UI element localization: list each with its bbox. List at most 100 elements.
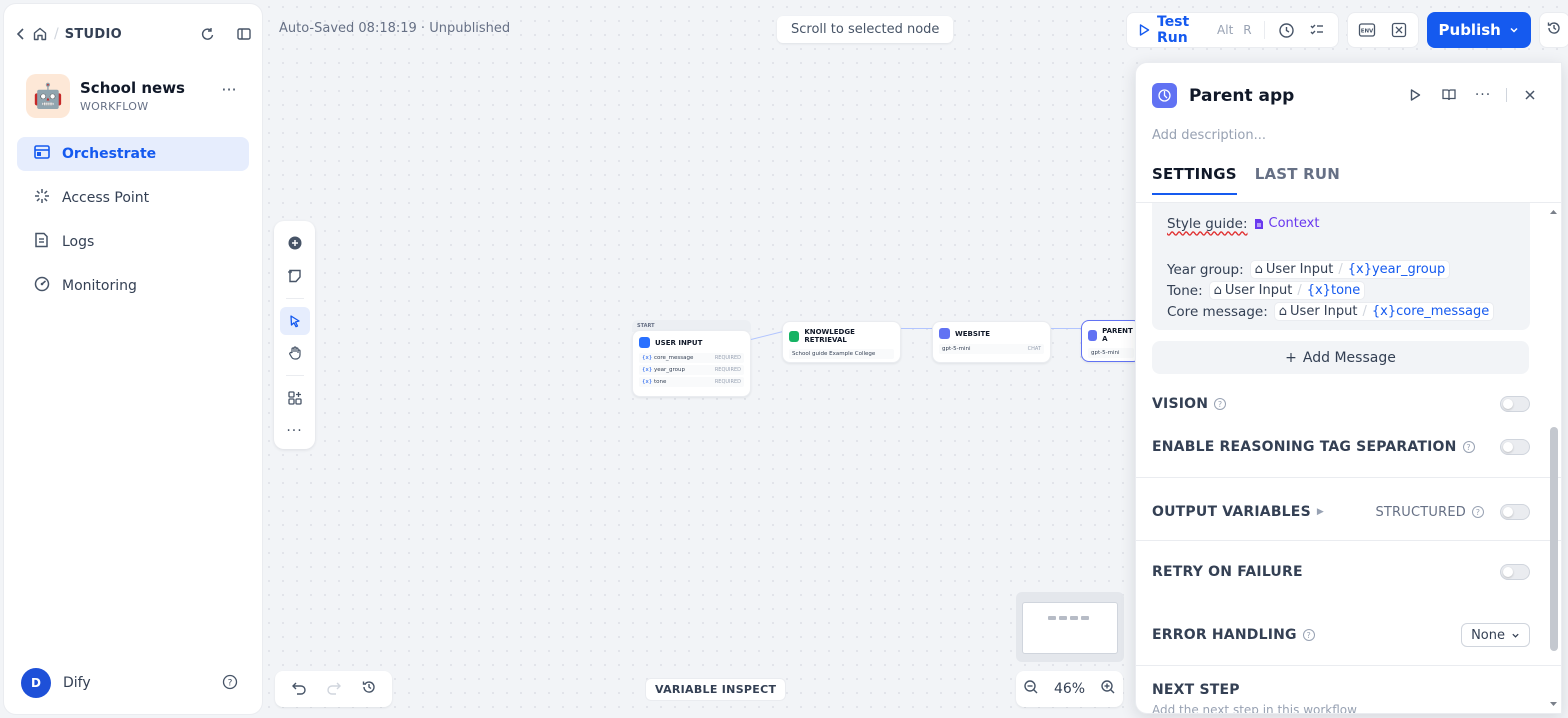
variable-chip[interactable]: ⌂ User Input / {x}tone: [1208, 281, 1366, 300]
connection-edge: [901, 328, 933, 329]
run-history-icon[interactable]: [1274, 14, 1299, 46]
app-more-icon[interactable]: ···: [218, 80, 240, 100]
zoom-in-icon[interactable]: [1100, 679, 1116, 699]
help-doc-icon[interactable]: [1434, 83, 1464, 107]
sidebar-item-access-point[interactable]: Access Point: [17, 181, 249, 215]
close-icon[interactable]: [1515, 83, 1545, 107]
list-item: gpt-5-mini CHAT: [939, 344, 1044, 354]
list-item: {x} tone REQUIRED: [639, 377, 744, 387]
node-title: PARENT A: [1102, 327, 1133, 343]
prompt-editor[interactable]: Style guide: Context Year group: ⌂ User I…: [1152, 203, 1530, 330]
context-chip[interactable]: Context: [1254, 216, 1319, 231]
undo-icon[interactable]: [291, 679, 307, 699]
help-icon[interactable]: ?: [1302, 629, 1315, 641]
caret-right-icon: ▶: [1316, 507, 1324, 517]
variable-chip[interactable]: ⌂ User Input / {x}year_group: [1249, 260, 1451, 279]
section-divider: [1136, 665, 1561, 666]
avatar: D: [21, 668, 51, 698]
vision-toggle[interactable]: [1500, 396, 1530, 412]
connection-edge: [1051, 328, 1082, 329]
home-icon: ⌂: [1213, 283, 1222, 298]
minimap-viewport: [1022, 602, 1118, 654]
more-icon[interactable]: ···: [1468, 83, 1498, 107]
tool-divider: [285, 375, 304, 377]
publish-button[interactable]: Publish: [1426, 12, 1531, 48]
list-item: gpt-5-mini: [1088, 348, 1134, 358]
reasoning-toggle[interactable]: [1500, 439, 1530, 455]
panel-scrollbar[interactable]: [1549, 205, 1558, 710]
canvas-tools: ···: [274, 221, 315, 449]
env-icon[interactable]: ENV: [1351, 14, 1383, 46]
node-user-input[interactable]: USER INPUT {x} core_message REQUIRED {x} …: [632, 330, 751, 397]
zoom-controls: 46%: [1016, 671, 1123, 707]
app-info[interactable]: 🤖 School news WORKFLOW: [26, 74, 185, 118]
output-variables-header[interactable]: OUTPUT VARIABLES ▶: [1152, 504, 1324, 520]
sidebar-item-monitoring[interactable]: Monitoring: [17, 269, 249, 303]
logs-icon: [33, 231, 51, 253]
zoom-out-icon[interactable]: [1023, 679, 1039, 699]
history-icon: [1546, 20, 1562, 40]
prompt-label: Year group:: [1167, 261, 1244, 278]
more-tools-icon[interactable]: ···: [280, 417, 310, 445]
history-icon[interactable]: [361, 679, 377, 699]
scrollbar-thumb[interactable]: [1550, 427, 1558, 651]
tab-settings[interactable]: SETTINGS: [1152, 165, 1237, 195]
error-handling-select[interactable]: None: [1461, 623, 1530, 647]
redo-icon[interactable]: [326, 679, 342, 699]
node-website[interactable]: WEBSITE gpt-5-mini CHAT: [932, 321, 1051, 363]
style-guide-label: Style guide:: [1167, 215, 1248, 232]
minimap[interactable]: [1016, 592, 1124, 662]
app-type: WORKFLOW: [80, 100, 149, 113]
help-icon[interactable]: ?: [1472, 506, 1484, 518]
sidebar-item-label: Orchestrate: [62, 146, 157, 162]
plus-icon: +: [1285, 349, 1297, 366]
scroll-to-selected-button[interactable]: Scroll to selected node: [777, 16, 954, 43]
add-note-icon[interactable]: [280, 261, 310, 289]
run-node-icon[interactable]: [1400, 83, 1430, 107]
document-icon: [1254, 218, 1263, 229]
vision-label: VISION: [1152, 396, 1209, 412]
node-knowledge-retrieval[interactable]: KNOWLEDGE RETRIEVAL School guide Example…: [782, 321, 901, 363]
sidebar-item-logs[interactable]: Logs: [17, 225, 249, 259]
variable-inspect-button[interactable]: VARIABLE INSPECT: [645, 678, 787, 701]
user-account[interactable]: D Dify: [21, 668, 91, 698]
retry-toggle[interactable]: [1500, 564, 1530, 580]
prompt-label: Core message:: [1167, 303, 1268, 320]
pointer-icon[interactable]: [279, 306, 310, 336]
help-icon[interactable]: ?: [1462, 441, 1475, 453]
hand-icon[interactable]: [280, 339, 310, 367]
minimap-node: [1059, 616, 1067, 620]
sidebar-toggle-icon[interactable]: [236, 26, 252, 42]
error-handling-label: ERROR HANDLING: [1152, 627, 1297, 643]
publish-label: Publish: [1438, 21, 1501, 39]
sidebar-item-orchestrate[interactable]: Orchestrate: [17, 137, 249, 171]
add-message-button[interactable]: + Add Message: [1152, 341, 1529, 374]
scroll-down-icon: [1550, 702, 1557, 706]
access-point-icon: [33, 187, 51, 209]
conversation-var-icon[interactable]: [1383, 14, 1415, 46]
test-run-button[interactable]: Test Run: [1157, 14, 1209, 46]
version-history-button[interactable]: [1538, 12, 1568, 48]
zoom-level[interactable]: 46%: [1054, 681, 1085, 697]
sync-icon[interactable]: [200, 26, 216, 42]
help-icon[interactable]: ?: [1214, 398, 1227, 410]
shortcut-alt: Alt: [1217, 23, 1234, 37]
breadcrumb-studio[interactable]: STUDIO: [65, 27, 122, 42]
node-parent-app[interactable]: PARENT A gpt-5-mini: [1081, 320, 1141, 362]
checklist-icon[interactable]: [1305, 14, 1330, 46]
organize-blocks-icon[interactable]: [280, 384, 310, 412]
tool-divider: [285, 297, 304, 299]
help-icon[interactable]: ?: [222, 674, 238, 694]
add-node-icon[interactable]: [280, 229, 310, 257]
sidebar: / STUDIO 🤖 School news WORKFLOW ··· Orch…: [4, 4, 262, 714]
reasoning-label: ENABLE REASONING TAG SEPARATION: [1152, 439, 1457, 455]
panel-title[interactable]: Parent app: [1189, 86, 1294, 106]
section-divider: [1136, 540, 1561, 541]
back-chevron-icon[interactable]: [16, 27, 26, 41]
variable-chip[interactable]: ⌂ User Input / {x}core_message: [1273, 302, 1495, 321]
home-icon[interactable]: [32, 26, 48, 42]
structured-toggle[interactable]: [1500, 504, 1530, 520]
description-input[interactable]: Add description...: [1152, 128, 1266, 143]
tab-last-run[interactable]: LAST RUN: [1255, 165, 1340, 195]
prompt-label: Tone:: [1167, 282, 1203, 299]
